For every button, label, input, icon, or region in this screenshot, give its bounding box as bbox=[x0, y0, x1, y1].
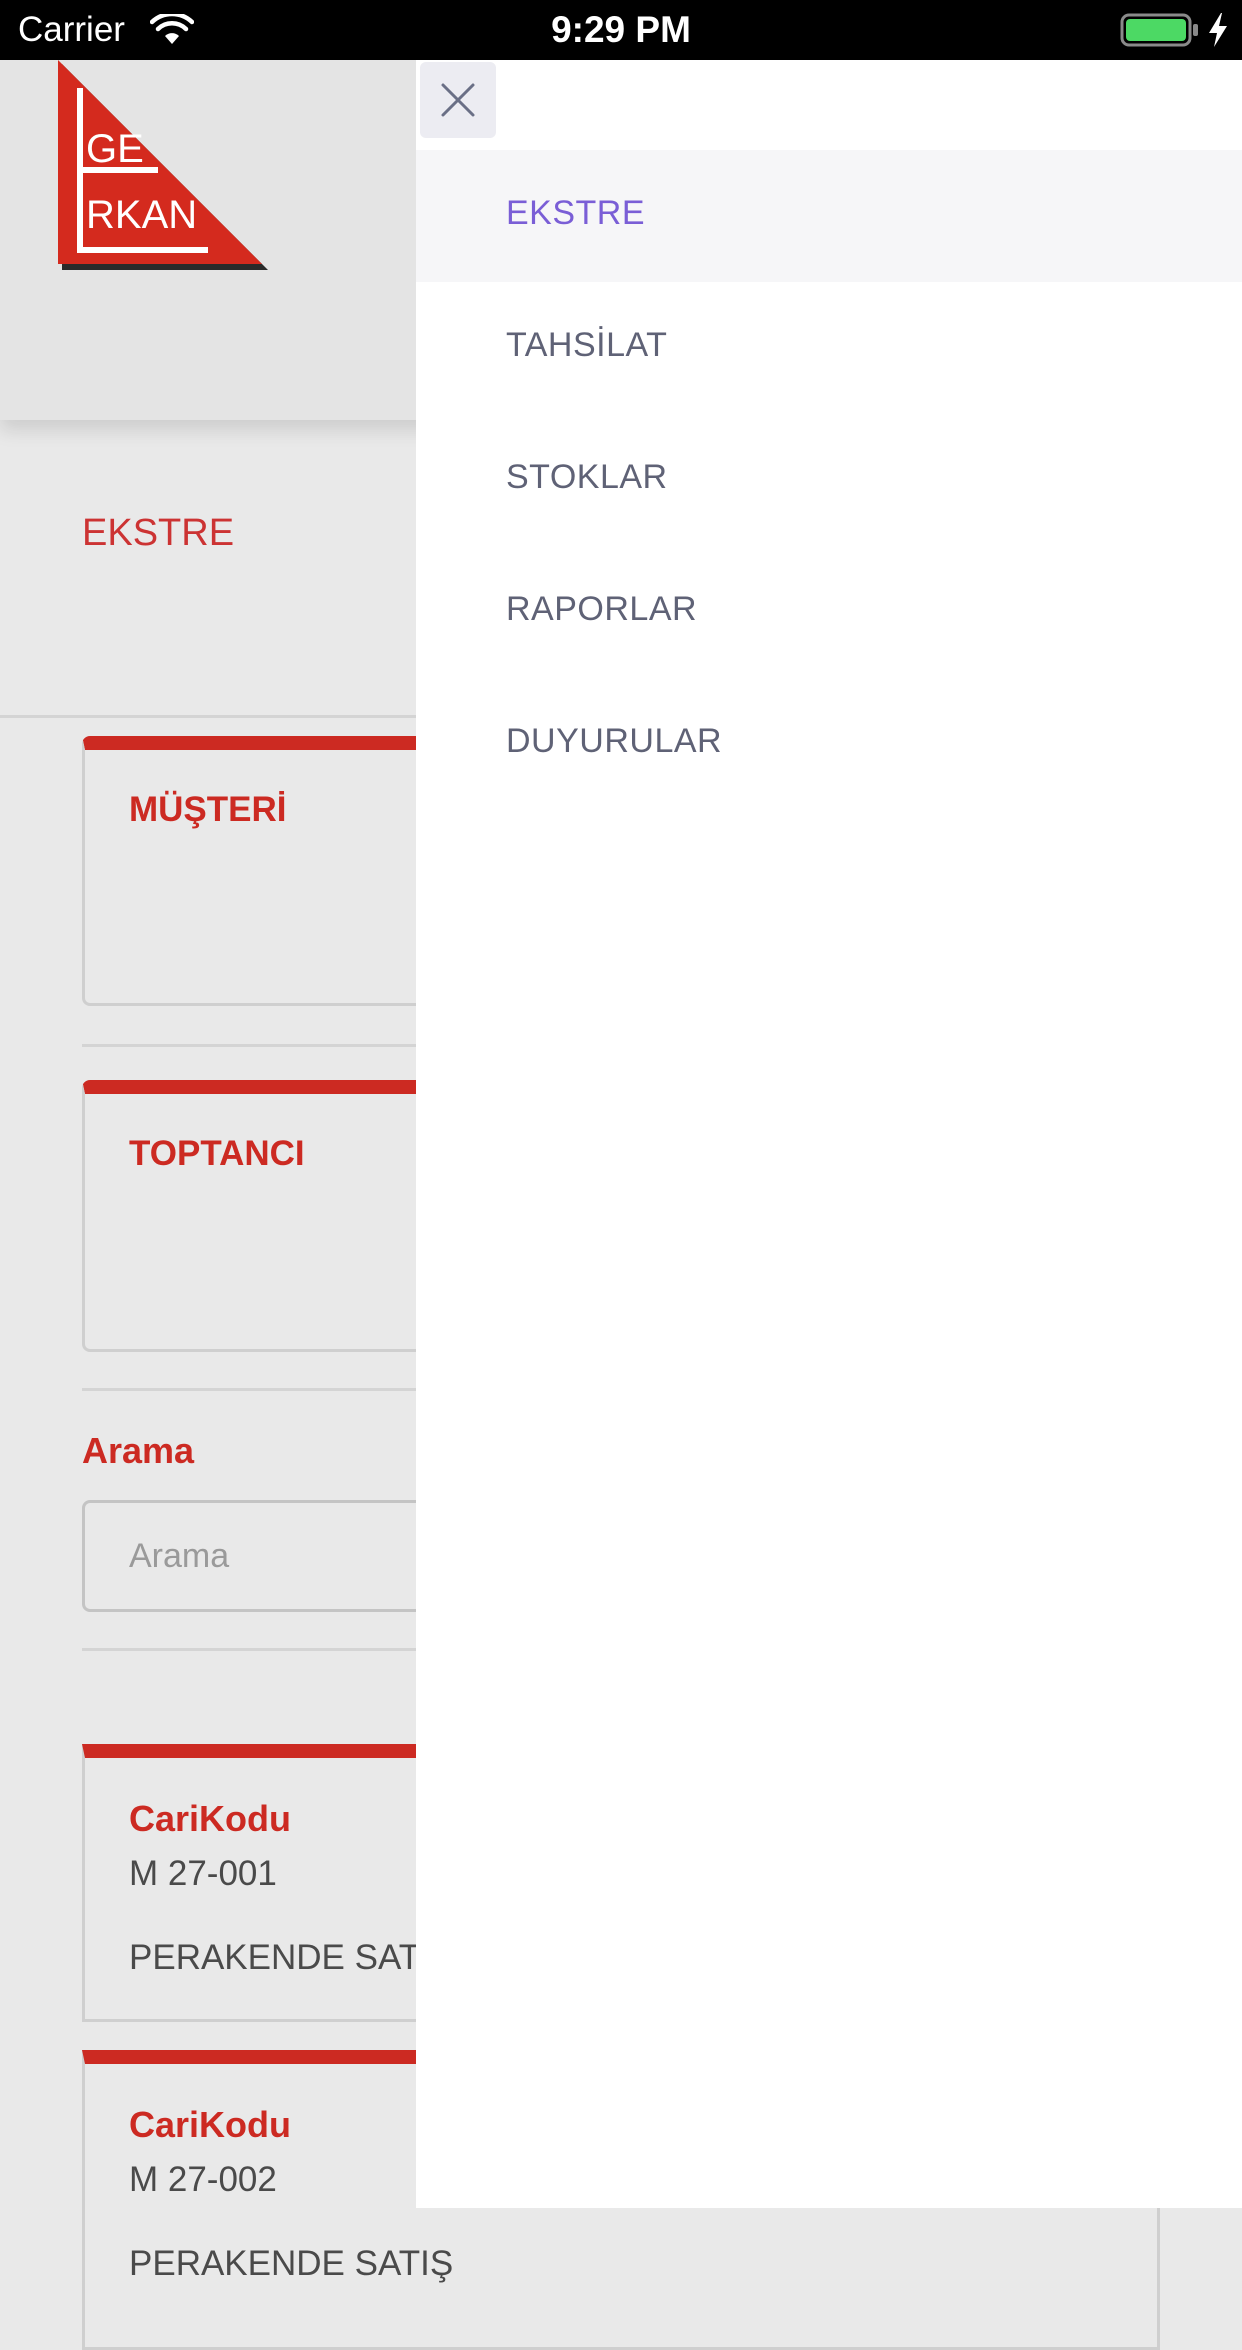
status-time: 9:29 PM bbox=[551, 9, 691, 50]
cari-kodu-value: M 27-002 bbox=[129, 2160, 277, 2199]
close-icon bbox=[441, 83, 475, 117]
gerkan-logo: GE RKAN bbox=[58, 60, 268, 270]
charging-bolt-icon bbox=[1209, 13, 1227, 47]
cari-kodu-value: M 27-001 bbox=[129, 1854, 277, 1893]
menu-item-label: STOKLAR bbox=[506, 458, 668, 496]
logo-text-bottom: RKAN bbox=[86, 193, 197, 237]
cari-name: PERAKENDE SATIŞ bbox=[129, 2244, 454, 2283]
menu-item-duyurular[interactable]: DUYURULAR bbox=[416, 678, 1242, 810]
cari-name: PERAKENDE SATIŞ bbox=[129, 1938, 454, 1977]
menu-item-raporlar[interactable]: RAPORLAR bbox=[416, 546, 1242, 678]
battery-icon bbox=[1120, 13, 1198, 47]
status-bar: Carrier 9:29 PM bbox=[0, 0, 1242, 60]
cari-kodu-label: CariKodu bbox=[129, 1798, 291, 1839]
toptanci-card-title: TOPTANCI bbox=[129, 1134, 305, 1173]
logo-text-top: GE bbox=[86, 127, 144, 171]
menu-item-ekstre[interactable]: EKSTRE bbox=[416, 150, 1242, 282]
cari-kodu-label: CariKodu bbox=[129, 2104, 291, 2145]
section-title: EKSTRE bbox=[82, 512, 235, 554]
search-label: Arama bbox=[82, 1430, 195, 1471]
drawer-menu: EKSTRE TAHSİLAT STOKLAR RAPORLAR DUYURUL… bbox=[416, 150, 1242, 810]
menu-item-label: DUYURULAR bbox=[506, 722, 723, 760]
menu-item-label: RAPORLAR bbox=[506, 590, 698, 628]
menu-item-label: TAHSİLAT bbox=[506, 326, 668, 364]
menu-item-label: EKSTRE bbox=[506, 194, 646, 232]
menu-item-tahsilat[interactable]: TAHSİLAT bbox=[416, 282, 1242, 414]
close-drawer-button[interactable] bbox=[420, 62, 496, 138]
menu-item-stoklar[interactable]: STOKLAR bbox=[416, 414, 1242, 546]
navigation-drawer: EKSTRE TAHSİLAT STOKLAR RAPORLAR DUYURUL… bbox=[416, 60, 1242, 2208]
musteri-card-title: MÜŞTERİ bbox=[129, 790, 287, 829]
